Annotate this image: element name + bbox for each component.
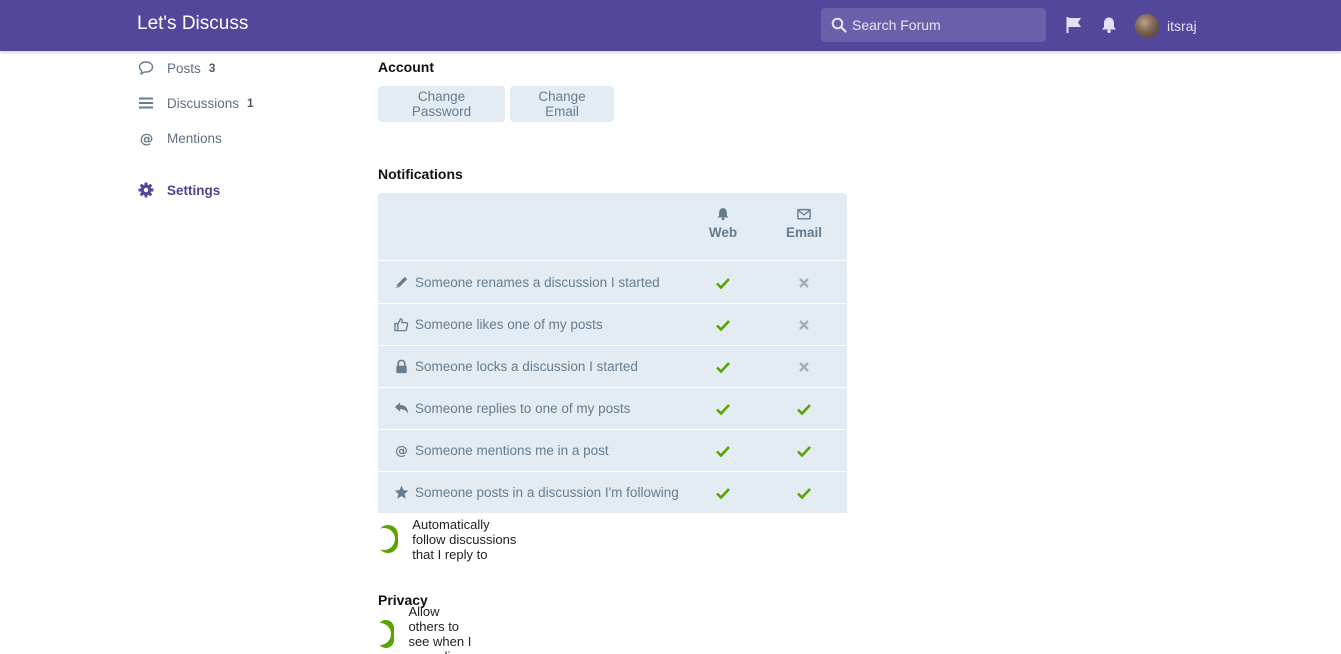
- bell-icon[interactable]: [1100, 16, 1118, 34]
- auto-follow-label: Automatically follow discussions that I …: [412, 516, 517, 562]
- envelope-icon: [797, 208, 811, 220]
- check-icon[interactable]: [715, 443, 731, 459]
- change-email-button[interactable]: Change Email: [510, 86, 614, 122]
- auto-follow-setting: Automatically follow discussions that I …: [373, 517, 519, 562]
- online-visibility-toggle[interactable]: [369, 620, 395, 648]
- lock-icon: [396, 359, 407, 374]
- notification-row-mentions: @ Someone mentions me in a post: [378, 430, 847, 472]
- forum-brand[interactable]: Let's Discuss: [137, 13, 248, 35]
- sidebar-item-mentions[interactable]: @ Mentions: [137, 126, 222, 150]
- check-icon[interactable]: [796, 443, 812, 459]
- sidebar-item-label: Discussions: [167, 95, 240, 111]
- notification-label: Someone posts in a discussion I'm follow…: [415, 485, 679, 500]
- notification-row-following: Someone posts in a discussion I'm follow…: [378, 472, 847, 514]
- sidebar-item-label: Posts: [167, 60, 201, 76]
- cross-icon[interactable]: [796, 359, 812, 375]
- svg-text:@: @: [395, 444, 408, 458]
- notification-label: Someone renames a discussion I started: [415, 275, 660, 290]
- toggle-knob: [373, 528, 396, 550]
- reply-icon: [394, 402, 409, 414]
- flag-icon[interactable]: [1065, 16, 1083, 34]
- comment-icon: [137, 59, 155, 77]
- username[interactable]: itsraj: [1167, 18, 1197, 34]
- notification-label: Someone mentions me in a post: [415, 443, 609, 458]
- sidebar-item-label: Mentions: [167, 130, 222, 146]
- check-icon[interactable]: [715, 317, 731, 333]
- check-icon[interactable]: [715, 401, 731, 417]
- change-password-button[interactable]: Change Password: [378, 86, 505, 122]
- sidebar-item-posts[interactable]: Posts 3: [137, 56, 215, 80]
- check-icon[interactable]: [715, 275, 731, 291]
- avatar[interactable]: [1135, 14, 1159, 38]
- thumbs-up-icon: [394, 318, 409, 332]
- online-visibility-setting: Allow others to see when I am online: [369, 604, 478, 654]
- check-icon[interactable]: [796, 485, 812, 501]
- toggle-knob: [369, 623, 392, 645]
- online-visibility-label: Allow others to see when I am online: [408, 604, 472, 654]
- email-column-header[interactable]: Email: [774, 207, 834, 240]
- notification-label: Someone locks a discussion I started: [415, 359, 638, 374]
- notification-row-rename: Someone renames a discussion I started: [378, 262, 847, 304]
- notification-label: Someone replies to one of my posts: [415, 401, 631, 416]
- notifications-title: Notifications: [378, 166, 463, 182]
- notification-grid-header: Web Email: [378, 193, 847, 261]
- posts-count: 3: [208, 61, 216, 75]
- email-column-label: Email: [785, 225, 823, 240]
- star-icon: [394, 485, 409, 499]
- notification-row-likes: Someone likes one of my posts: [378, 304, 847, 346]
- sidebar-item-discussions[interactable]: Discussions 1: [137, 91, 254, 115]
- cross-icon[interactable]: [796, 317, 812, 333]
- at-icon: @: [395, 444, 408, 458]
- check-icon[interactable]: [715, 485, 731, 501]
- at-icon: @: [137, 129, 155, 147]
- bell-icon: [717, 208, 729, 221]
- pencil-icon: [395, 276, 408, 289]
- list-icon: [137, 94, 155, 112]
- discussions-count: 1: [247, 96, 254, 110]
- top-header: Let's Discuss itsraj: [0, 0, 1341, 51]
- web-column-label: Web: [708, 225, 738, 240]
- search-input[interactable]: [852, 8, 1042, 42]
- sidebar-item-settings[interactable]: Settings: [137, 178, 220, 202]
- notification-grid: Web Email Someone renames a discussion I…: [378, 193, 847, 513]
- auto-follow-toggle[interactable]: [373, 525, 399, 553]
- check-icon[interactable]: [715, 359, 731, 375]
- cross-icon[interactable]: [796, 275, 812, 291]
- gear-icon: [137, 181, 155, 199]
- search-icon: [831, 17, 847, 33]
- account-title: Account: [378, 59, 434, 75]
- sidebar-item-label: Settings: [167, 182, 221, 198]
- web-column-header[interactable]: Web: [693, 207, 753, 240]
- notification-row-locks: Someone locks a discussion I started: [378, 346, 847, 388]
- search-box[interactable]: [821, 8, 1046, 42]
- notification-row-replies: Someone replies to one of my posts: [378, 388, 847, 430]
- svg-text:@: @: [139, 131, 153, 147]
- check-icon[interactable]: [796, 401, 812, 417]
- notification-label: Someone likes one of my posts: [415, 317, 603, 332]
